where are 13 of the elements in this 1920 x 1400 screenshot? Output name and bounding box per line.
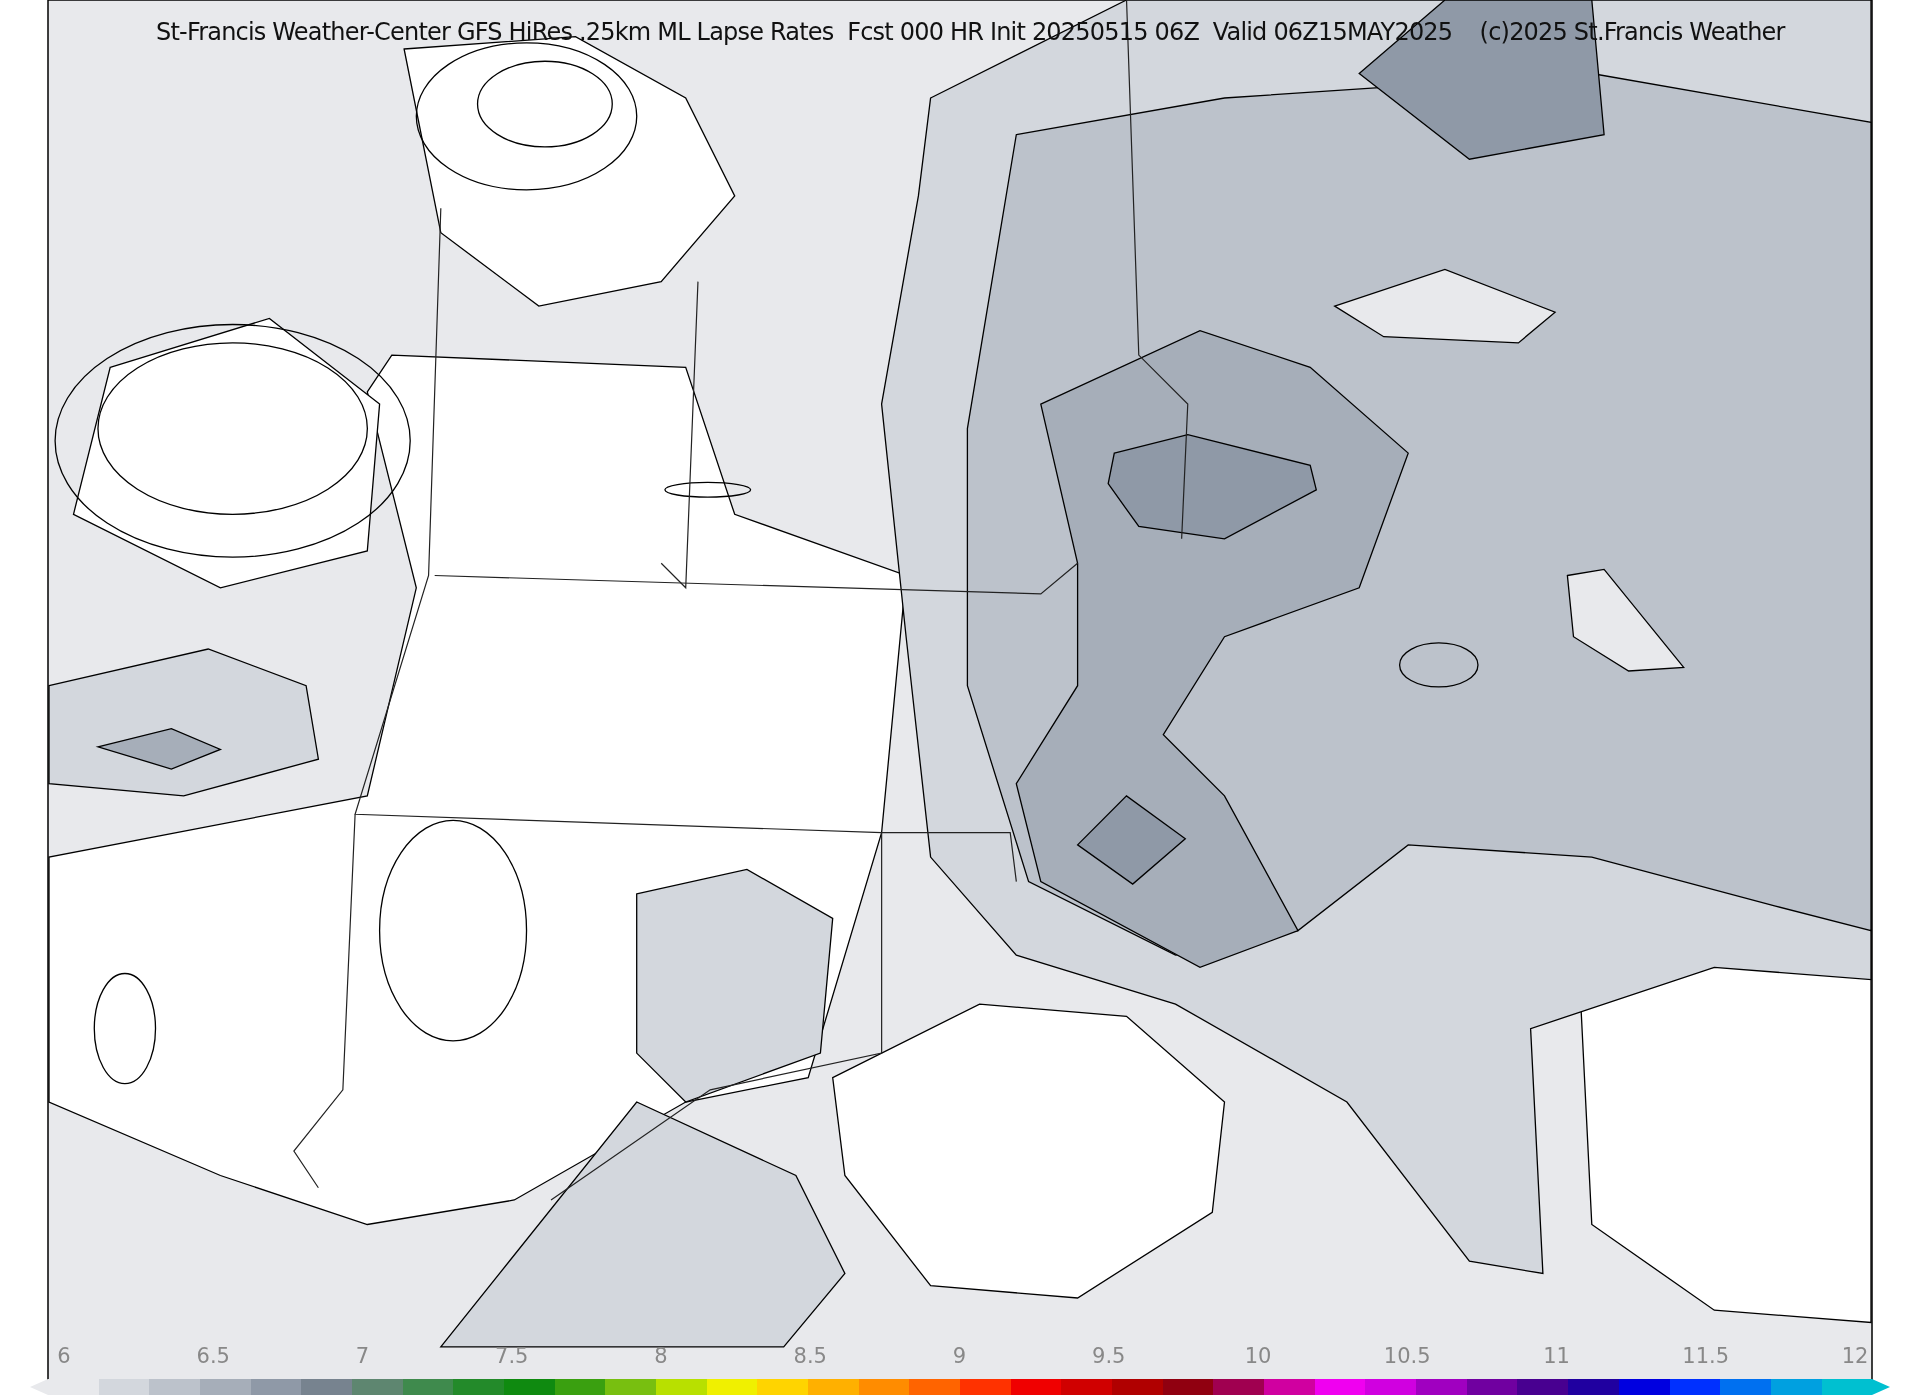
colorbar-tick-label: 8 — [654, 1344, 668, 1368]
colorbar-tick-label: 9 — [952, 1344, 967, 1368]
colorbar-tick-label: 8.5 — [793, 1344, 827, 1368]
colorbar-tick-label: 7 — [355, 1344, 370, 1368]
colorbar-tick-label: 6 — [57, 1344, 71, 1368]
colorbar-tick-label: 9.5 — [1092, 1344, 1126, 1368]
colorbar-tick-label: 7.5 — [495, 1344, 529, 1368]
colorbar-tick-label: 6.5 — [196, 1344, 230, 1368]
colorbar-tick-label: 11 — [1543, 1344, 1570, 1368]
colorbar-tick-label: 10.5 — [1383, 1344, 1431, 1368]
colorbar-tick-label: 11.5 — [1682, 1344, 1730, 1368]
colorbar-tick-label: 10 — [1244, 1344, 1272, 1368]
colorbar-tick-label: 12 — [1841, 1344, 1869, 1368]
